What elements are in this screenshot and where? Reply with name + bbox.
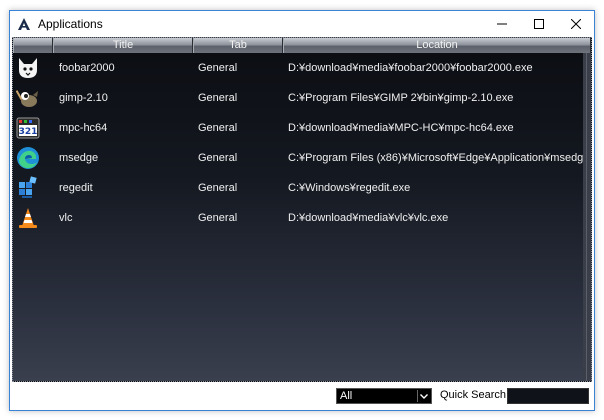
list-item[interactable]: gimp-2.10 General C:¥Program Files¥GIMP … (13, 83, 583, 113)
row-title: mpc-hc64 (59, 122, 108, 134)
regedit-icon (16, 176, 40, 200)
quick-search-input[interactable] (507, 388, 589, 404)
tab-filter-dropdown[interactable]: All (336, 388, 432, 404)
row-location: D:¥download¥media¥foobar2000¥foobar2000.… (288, 62, 533, 74)
edge-icon (16, 146, 40, 170)
vertical-scrollbar[interactable] (583, 53, 591, 381)
row-tab: General (198, 152, 238, 164)
row-title: msedge (59, 152, 99, 164)
row-location: D:¥download¥media¥vlc¥vlc.exe (288, 212, 449, 224)
close-button[interactable] (557, 11, 594, 36)
gimp-icon (15, 86, 40, 110)
column-header-title[interactable]: Title (53, 38, 193, 53)
maximize-button[interactable] (520, 11, 557, 36)
row-title: regedit (59, 182, 93, 194)
row-tab: General (198, 62, 238, 74)
row-location: C:¥Program Files (x86)¥Microsoft¥Edge¥Ap… (288, 152, 592, 164)
list-item[interactable]: vlc General D:¥download¥media¥vlc¥vlc.ex… (13, 203, 583, 233)
column-header-location[interactable]: Location (283, 38, 591, 53)
row-location: C:¥Program Files¥GIMP 2¥bin¥gimp-2.10.ex… (288, 92, 514, 104)
app-logo-icon (16, 16, 32, 32)
minimize-icon (496, 23, 507, 24)
list-item[interactable]: msedge General C:¥Program Files (x86)¥Mi… (13, 143, 591, 173)
window-title: Applications (38, 16, 103, 31)
row-tab: General (198, 212, 238, 224)
list-item[interactable]: 321 mpc-hc64 General D:¥download¥media¥M… (13, 113, 583, 143)
row-tab: General (198, 92, 238, 104)
vlc-icon (16, 206, 40, 230)
row-title: foobar2000 (59, 62, 115, 74)
application-list[interactable]: Title Tab Location foobar2000 General D:… (12, 37, 592, 382)
column-header-tab[interactable]: Tab (193, 38, 283, 53)
row-location: C:¥Windows¥regedit.exe (288, 182, 411, 194)
minimize-button[interactable] (483, 11, 520, 36)
row-title: gimp-2.10 (59, 92, 108, 104)
row-title: vlc (59, 212, 73, 224)
row-location: D:¥download¥media¥MPC-HC¥mpc-hc64.exe (288, 122, 514, 134)
list-item[interactable]: foobar2000 General D:¥download¥media¥foo… (13, 53, 583, 83)
title-bar[interactable]: Applications (10, 11, 594, 36)
mpc-hc-badge: 321 (19, 127, 38, 137)
close-icon (570, 18, 581, 29)
maximize-icon (533, 18, 544, 29)
quick-search-label: Quick Search: (440, 389, 510, 401)
chevron-down-icon[interactable] (417, 390, 430, 402)
foobar2000-icon (16, 56, 40, 80)
column-header-icon[interactable] (13, 38, 53, 53)
applications-window: Applications Title Tab Location foobar20… (9, 10, 595, 411)
tab-filter-value: All (340, 390, 353, 402)
list-header: Title Tab Location (13, 38, 591, 53)
mpc-hc-icon: 321 (16, 116, 40, 140)
bottom-toolbar: All Quick Search: (10, 383, 594, 410)
list-item[interactable]: regedit General C:¥Windows¥regedit.exe (13, 173, 583, 203)
row-tab: General (198, 182, 238, 194)
row-tab: General (198, 122, 238, 134)
